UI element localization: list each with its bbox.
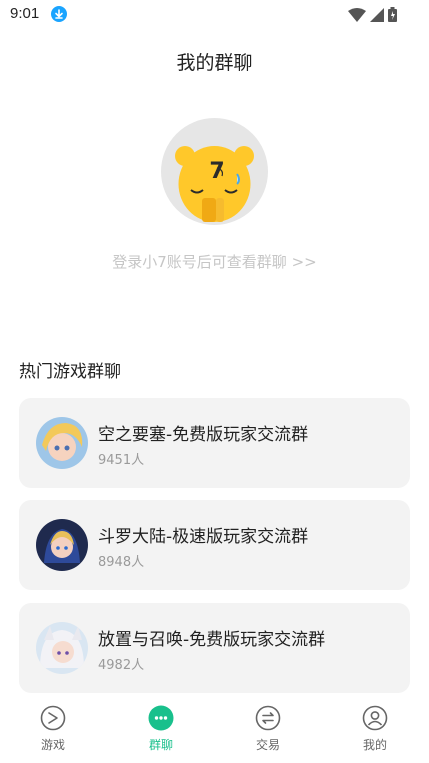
page-title: 我的群聊: [176, 52, 253, 74]
tab-label: 交易: [255, 738, 280, 752]
battery-icon: [388, 7, 397, 26]
tab-group-chat[interactable]: 群聊: [126, 705, 196, 757]
group-member-count: 8948人: [98, 555, 145, 570]
group-avatar: [36, 417, 88, 469]
bottom-tab-bar: 游戏 群聊 交易 我的: [0, 697, 429, 763]
mascot-badge-number: 7: [209, 159, 224, 184]
group-card[interactable]: 斗罗大陆-极速版玩家交流群 8948人: [19, 500, 410, 590]
chat-icon: [148, 705, 174, 731]
profile-icon: [362, 705, 388, 731]
tab-games[interactable]: 游戏: [18, 705, 88, 757]
group-member-count: 9451人: [98, 453, 145, 468]
group-name: 空之要塞-免费版玩家交流群: [98, 425, 309, 445]
group-avatar: [36, 622, 88, 674]
group-card[interactable]: 放置与召唤-免费版玩家交流群 4982人: [19, 603, 410, 693]
tab-trade[interactable]: 交易: [233, 705, 303, 757]
group-card[interactable]: 空之要塞-免费版玩家交流群 9451人: [19, 398, 410, 488]
game-icon: [40, 705, 66, 731]
trade-icon: [255, 705, 281, 731]
mascot-avatar[interactable]: 7: [161, 118, 268, 225]
group-name: 放置与召唤-免费版玩家交流群: [98, 630, 326, 650]
login-hint-link[interactable]: 登录小7账号后可查看群聊 >>: [0, 251, 429, 272]
signal-icon: [370, 7, 384, 26]
download-icon: [51, 6, 67, 22]
tab-label: 我的: [362, 738, 387, 752]
group-avatar: [36, 519, 88, 571]
group-member-count: 4982人: [98, 658, 145, 673]
status-time: 9:01: [10, 5, 40, 22]
mascot-illustration: 7: [175, 146, 254, 222]
status-icons: [348, 7, 397, 26]
tab-label: 游戏: [40, 738, 65, 752]
hot-groups-title: 热门游戏群聊: [19, 362, 121, 382]
status-bar: 9:01: [0, 0, 429, 30]
tab-profile[interactable]: 我的: [340, 705, 410, 757]
wifi-icon: [348, 7, 366, 26]
group-name: 斗罗大陆-极速版玩家交流群: [98, 527, 309, 547]
tab-label: 群聊: [148, 738, 173, 752]
